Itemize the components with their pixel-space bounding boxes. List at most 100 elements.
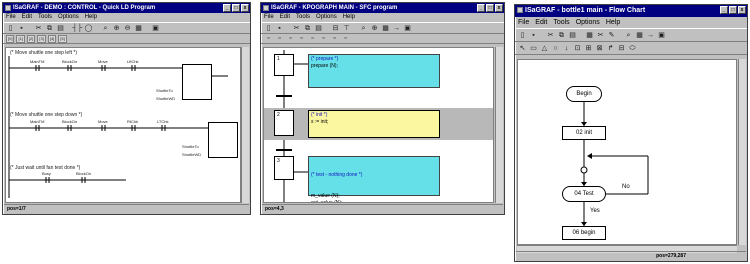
sfc-tool-icon[interactable]: ▫ — [308, 34, 317, 43]
sfc-action-3[interactable]: (* test - nothing done *) m_value (N); o… — [308, 156, 440, 202]
menu-help[interactable]: Help — [606, 17, 620, 28]
flowchart-action-begin[interactable]: 06 begin — [562, 226, 606, 240]
copy-icon[interactable]: ⧉ — [303, 24, 312, 33]
close-button[interactable]: x — [738, 6, 746, 14]
paste-icon[interactable]: ▤ — [568, 31, 577, 40]
compile-icon[interactable]: ▣ — [151, 24, 160, 33]
search-icon[interactable]: ⌕ — [101, 24, 110, 33]
menu-options[interactable]: Options — [576, 17, 600, 28]
menu-tools[interactable]: Tools — [38, 13, 52, 22]
vertical-scrollbar[interactable] — [738, 59, 746, 245]
close-button[interactable]: x — [241, 4, 249, 12]
arrow-right-icon[interactable]: → — [646, 31, 655, 40]
copy-icon[interactable]: ⧉ — [557, 31, 566, 40]
vertical-scrollbar[interactable] — [495, 47, 503, 203]
sfc-tool-icon[interactable]: ▫ — [330, 34, 339, 43]
search-icon[interactable]: ⌕ — [624, 31, 633, 40]
jump-icon[interactable]: ↱ — [606, 44, 615, 53]
sfc-tool-icon[interactable]: ▫ — [286, 34, 295, 43]
insert-transition-icon[interactable]: ⊤ — [342, 24, 351, 33]
sfc-step-1[interactable]: 1 — [274, 54, 294, 76]
copy-icon[interactable]: ⧉ — [45, 24, 54, 33]
cut-icon[interactable]: ✂ — [546, 31, 555, 40]
insert-contact-icon[interactable]: ┤├ — [73, 24, 83, 33]
menu-options[interactable]: Options — [58, 13, 79, 22]
insert-step-icon[interactable]: ⊟ — [331, 24, 340, 33]
vertical-scrollbar[interactable] — [241, 47, 249, 203]
menu-edit[interactable]: Edit — [280, 13, 290, 22]
cut-icon[interactable]: ✂ — [292, 24, 301, 33]
sfc-tool-icon[interactable]: ▫ — [341, 34, 350, 43]
new-file-icon[interactable]: ▯ — [518, 31, 527, 40]
cut-link-icon[interactable]: ✂ — [596, 31, 605, 40]
sfc-action-1[interactable]: (* prepare *) prepare (N); — [308, 54, 440, 88]
flowchart-window-titlebar[interactable]: ISaGRAF - bottle1 main - Flow Chart _ □ … — [515, 5, 747, 17]
sfc-tool-icon[interactable]: ▫ — [264, 34, 273, 43]
ld-element-button-0[interactable]: [0] — [6, 34, 15, 43]
new-file-icon[interactable]: ▯ — [6, 24, 15, 33]
grid-icon[interactable]: ▦ — [381, 24, 390, 33]
menu-edit[interactable]: Edit — [22, 13, 32, 22]
ld-element-button-3[interactable]: [3] — [37, 34, 46, 43]
flow-link-icon[interactable]: ⊡ — [573, 44, 582, 53]
cut-icon[interactable]: ✂ — [34, 24, 43, 33]
maximize-button[interactable]: □ — [232, 4, 240, 12]
zoom-in-icon[interactable]: ⊕ — [112, 24, 121, 33]
minimize-button[interactable]: _ — [720, 6, 728, 14]
menu-tools[interactable]: Tools — [296, 13, 310, 22]
compile-icon[interactable]: ▣ — [403, 24, 412, 33]
flowchart-action-init[interactable]: 02 init — [562, 126, 606, 140]
close-button[interactable]: x — [495, 4, 503, 12]
menu-file[interactable]: File — [264, 13, 274, 22]
sfc-step-3[interactable]: 3 — [274, 156, 294, 180]
zoom-out-icon[interactable]: ⊖ — [123, 24, 132, 33]
menu-edit[interactable]: Edit — [535, 17, 547, 28]
grid-icon[interactable]: ▦ — [585, 31, 594, 40]
ld-element-button-5[interactable]: [5] — [58, 34, 67, 43]
compile-icon[interactable]: ▣ — [657, 31, 666, 40]
menu-file[interactable]: File — [518, 17, 529, 28]
save-icon[interactable]: ▪ — [275, 24, 284, 33]
flowchart-test-node[interactable]: 04 Test — [562, 186, 606, 202]
menu-file[interactable]: File — [6, 13, 16, 22]
function-block-1[interactable] — [182, 64, 212, 100]
sfc-editor-canvas[interactable]: 1 (* prepare *) prepare (N); 2 (* init *… — [263, 47, 494, 203]
comment-icon[interactable]: ⊠ — [595, 44, 604, 53]
arrow-right-icon[interactable]: → — [392, 24, 401, 33]
minimize-button[interactable]: _ — [477, 4, 485, 12]
select-icon[interactable]: ↖ — [518, 44, 527, 53]
sfc-step-2[interactable]: 2 — [274, 110, 294, 136]
sfc-action-2[interactable]: (* init *) s := init; — [308, 110, 440, 138]
ld-editor-canvas[interactable]: (* Move shuttle one step left *) (* Move… — [5, 47, 241, 203]
arrow-down-icon[interactable]: ↓ — [562, 44, 571, 53]
save-icon[interactable]: ▪ — [17, 24, 26, 33]
menu-options[interactable]: Options — [316, 13, 337, 22]
maximize-button[interactable]: □ — [729, 6, 737, 14]
test-block-icon[interactable]: △ — [540, 44, 549, 53]
menu-tools[interactable]: Tools — [553, 17, 569, 28]
zoom-in-icon[interactable]: ⊕ — [370, 24, 379, 33]
function-block-2[interactable] — [208, 122, 238, 158]
save-icon[interactable]: ▪ — [529, 31, 538, 40]
menu-help[interactable]: Help — [85, 13, 97, 22]
new-file-icon[interactable]: ▯ — [264, 24, 273, 33]
ld-element-button-4[interactable]: [4] — [47, 34, 57, 43]
flowchart-begin-node[interactable]: Begin — [566, 86, 602, 102]
connector-icon[interactable]: ○ — [551, 44, 560, 53]
insert-coil-icon[interactable]: ◯ — [84, 24, 93, 33]
comment-block-icon[interactable]: ⬭ — [628, 44, 637, 53]
sfc-window-titlebar[interactable]: ISaGRAF - KPOGRAPH MAIN - SFC program _ … — [261, 3, 504, 13]
flowchart-canvas[interactable]: Begin 02 init 04 Test No Yes 06 begin — [517, 59, 737, 245]
ld-element-button-1[interactable]: [1] — [16, 34, 25, 43]
table-icon[interactable]: ▦ — [635, 31, 644, 40]
menu-help[interactable]: Help — [343, 13, 355, 22]
sfc-tool-icon[interactable]: ▫ — [275, 34, 284, 43]
minimize-button[interactable]: _ — [223, 4, 231, 12]
subprogram-icon[interactable]: ⊞ — [584, 44, 593, 53]
grid-icon[interactable]: ▦ — [134, 24, 143, 33]
paste-icon[interactable]: ▤ — [56, 24, 65, 33]
action-block-icon[interactable]: ▭ — [529, 44, 538, 53]
edit-icon[interactable]: ✎ — [607, 31, 616, 40]
ld-window-titlebar[interactable]: ISaGRAF - DEMO : CONTROL - Quick LD Prog… — [3, 3, 250, 13]
paste-icon[interactable]: ▤ — [314, 24, 323, 33]
